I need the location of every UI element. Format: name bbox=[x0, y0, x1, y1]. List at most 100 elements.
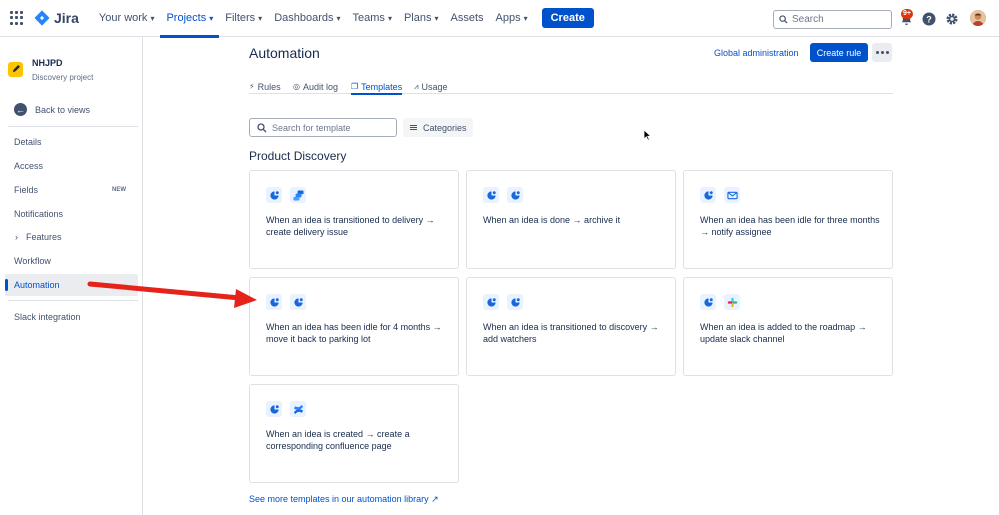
sidebar-item-label: Features bbox=[26, 232, 62, 242]
chevron-down-icon: ▾ bbox=[523, 13, 528, 23]
discovery-icon bbox=[507, 187, 523, 203]
tab-label: Usage bbox=[421, 81, 448, 92]
nav-filters[interactable]: Filters ▾ bbox=[219, 0, 268, 37]
app-switcher-icon[interactable] bbox=[10, 11, 24, 25]
tab-templates[interactable]: ❐ Templates bbox=[351, 79, 403, 95]
tab-usage[interactable]: ⩘ Usage bbox=[414, 79, 448, 94]
categories-button[interactable]: Categories bbox=[403, 118, 473, 137]
jira-logo-text: Jira bbox=[54, 10, 79, 26]
sidebar-item-slack-integration[interactable]: Slack integration bbox=[5, 306, 138, 328]
discovery-icon bbox=[700, 187, 716, 203]
create-button[interactable]: Create bbox=[541, 8, 594, 28]
sidebar-item-workflow[interactable]: Workflow bbox=[5, 250, 138, 272]
project-header[interactable]: NHJPD Discovery project bbox=[8, 57, 93, 82]
template-search[interactable] bbox=[249, 118, 397, 137]
global-administration-link[interactable]: Global administration bbox=[714, 48, 799, 58]
back-to-views-link[interactable]: ← Back to views bbox=[14, 103, 90, 116]
svg-text:?: ? bbox=[926, 15, 932, 25]
nav-dashboards[interactable]: Dashboards ▾ bbox=[268, 0, 346, 37]
discovery-icon bbox=[266, 187, 282, 203]
discovery-icon bbox=[483, 187, 499, 203]
sidebar-item-label: Workflow bbox=[14, 256, 51, 266]
template-card[interactable]: When an idea is done → archive it bbox=[466, 170, 676, 269]
sidebar-item-label: Access bbox=[14, 161, 44, 171]
discovery-icon bbox=[266, 294, 282, 310]
mail-icon bbox=[724, 187, 740, 203]
template-card[interactable]: When an idea is transitioned to delivery… bbox=[249, 170, 459, 269]
notification-badge: 9+ bbox=[901, 9, 913, 19]
template-text: When an idea is created → create a corre… bbox=[266, 429, 410, 451]
sidebar-divider bbox=[8, 300, 138, 301]
nav-your-work[interactable]: Your work ▾ bbox=[93, 0, 161, 37]
template-text: When an idea is done → archive it bbox=[483, 215, 621, 225]
automation-library-link[interactable]: See more templates in our automation lib… bbox=[249, 494, 439, 505]
check-circle-icon: ◎ bbox=[293, 82, 300, 91]
chevron-right-icon: › bbox=[15, 232, 18, 242]
discovery-icon bbox=[507, 294, 523, 310]
sidebar-item-label: Details bbox=[14, 137, 42, 147]
template-text: When an idea is transitioned to delivery… bbox=[266, 215, 435, 237]
tab-audit-log[interactable]: ◎ Audit log bbox=[293, 79, 338, 94]
template-text: When an idea is transitioned to discover… bbox=[483, 322, 659, 344]
discovery-icon bbox=[483, 294, 499, 310]
sidebar-item-automation[interactable]: Automation bbox=[5, 274, 138, 296]
arrow-left-icon: ← bbox=[14, 103, 27, 116]
avatar[interactable] bbox=[970, 10, 986, 26]
search-icon bbox=[257, 122, 267, 132]
dot bbox=[880, 51, 884, 54]
project-sidebar: NHJPD Discovery project ← Back to views … bbox=[0, 37, 143, 515]
chart-icon: ⩘ bbox=[414, 81, 419, 91]
chevron-down-icon: ▾ bbox=[336, 13, 341, 23]
tab-rules[interactable]: ⚡︎ Rules bbox=[249, 79, 281, 94]
nav-assets[interactable]: Assets bbox=[445, 0, 490, 37]
settings-icon[interactable] bbox=[944, 11, 960, 27]
sidebar-item-label: Slack integration bbox=[14, 312, 81, 322]
page-title: Automation bbox=[249, 45, 320, 61]
help-icon[interactable]: ? bbox=[921, 11, 937, 27]
nav-plans[interactable]: Plans ▾ bbox=[398, 0, 445, 37]
sidebar-item-details[interactable]: Details bbox=[5, 131, 138, 153]
confluence-icon bbox=[290, 401, 306, 417]
template-card[interactable]: When an idea has been idle for 4 months … bbox=[249, 277, 459, 376]
nav-projects[interactable]: Projects ▾ bbox=[160, 0, 219, 38]
top-navigation: Jira Your work ▾ Projects ▾ Filters ▾ Dashb… bbox=[0, 0, 999, 38]
more-actions-button[interactable] bbox=[872, 43, 892, 62]
template-card[interactable]: When an idea is transitioned to discover… bbox=[466, 277, 676, 376]
template-card[interactable]: When an idea is added to the roadmap → u… bbox=[683, 277, 893, 376]
discovery-icon bbox=[700, 294, 716, 310]
template-card[interactable]: When an idea is created → create a corre… bbox=[249, 384, 459, 483]
back-label: Back to views bbox=[35, 104, 91, 115]
global-search[interactable] bbox=[773, 10, 892, 29]
sidebar-item-notifications[interactable]: Notifications bbox=[5, 203, 138, 225]
copy-icon: ❐ bbox=[351, 82, 359, 91]
nav-label: Teams bbox=[352, 12, 385, 24]
nav-label: Projects bbox=[166, 12, 207, 24]
create-rule-button[interactable]: Create rule bbox=[810, 43, 868, 62]
chevron-down-icon: ▾ bbox=[387, 13, 392, 23]
template-card[interactable]: When an idea has been idle for three mon… bbox=[683, 170, 893, 269]
tab-label: Templates bbox=[361, 81, 403, 92]
template-search-input[interactable] bbox=[272, 122, 392, 133]
search-input[interactable] bbox=[792, 14, 882, 25]
nav-teams[interactable]: Teams ▾ bbox=[347, 0, 398, 37]
sidebar-item-access[interactable]: Access bbox=[5, 155, 138, 177]
new-tag: NEW bbox=[112, 187, 126, 193]
nav-apps[interactable]: Apps ▾ bbox=[490, 0, 534, 37]
categories-label: Categories bbox=[423, 122, 467, 133]
mouse-cursor-icon bbox=[643, 129, 652, 141]
sidebar-item-label: Notifications bbox=[14, 209, 64, 219]
nav-label: Plans bbox=[403, 12, 432, 24]
nav-label: Apps bbox=[495, 12, 521, 24]
sidebar-item-label: Fields bbox=[14, 185, 39, 195]
sidebar-item-features[interactable]: › Features bbox=[5, 226, 138, 248]
tab-label: Rules bbox=[257, 81, 281, 92]
project-name: NHJPD bbox=[32, 58, 63, 68]
tab-label: Audit log bbox=[302, 81, 339, 92]
jira-logo[interactable]: Jira bbox=[34, 10, 79, 26]
template-text: When an idea has been idle for 4 months … bbox=[266, 322, 442, 344]
template-text: When an idea has been idle for three mon… bbox=[700, 215, 880, 237]
dot bbox=[875, 51, 879, 54]
nav-label: Assets bbox=[450, 12, 484, 24]
nav-label: Filters bbox=[225, 12, 256, 24]
sidebar-item-fields[interactable]: Fields NEW bbox=[5, 179, 138, 201]
